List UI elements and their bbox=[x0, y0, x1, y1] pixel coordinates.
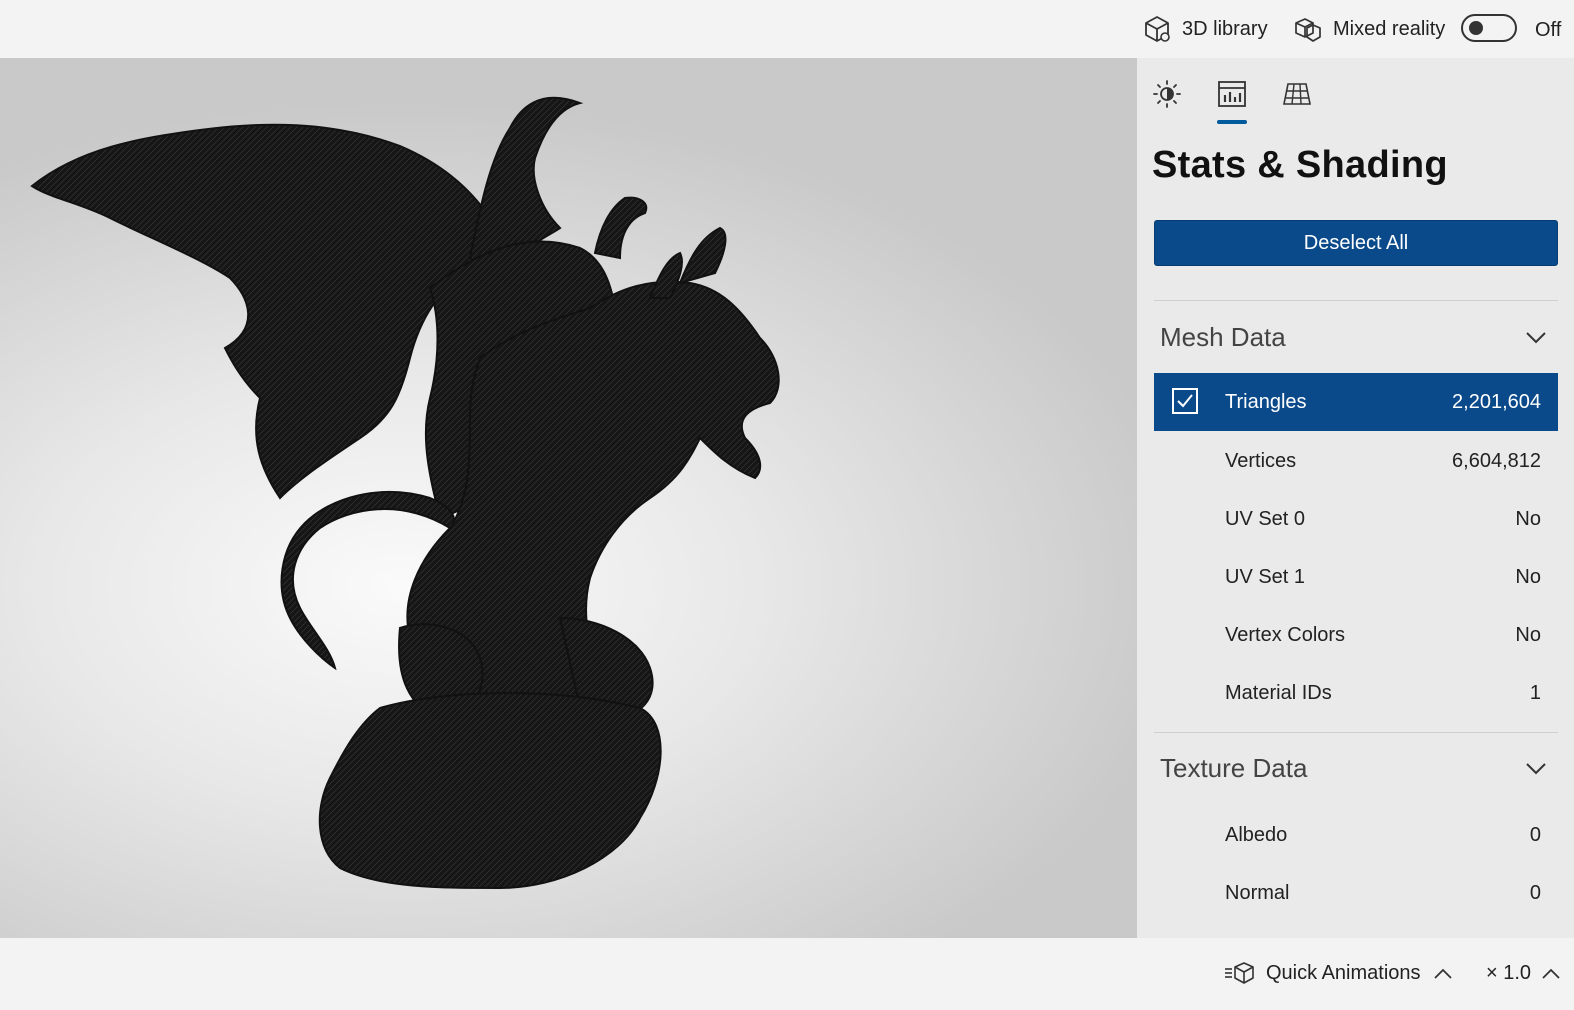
mesh-row-uv-set-1[interactable]: UV Set 1 No bbox=[1154, 548, 1558, 606]
chevron-up-icon bbox=[1542, 968, 1560, 979]
bottom-bar: Quick Animations × 1.0 bbox=[0, 938, 1574, 1010]
row-label: Normal bbox=[1225, 881, 1290, 904]
animation-speed-button[interactable]: × 1.0 bbox=[1486, 958, 1561, 988]
quick-animations-label: Quick Animations bbox=[1266, 961, 1421, 984]
tab-grid[interactable] bbox=[1276, 74, 1316, 114]
section-label: Texture Data bbox=[1160, 752, 1308, 783]
divider bbox=[1154, 732, 1558, 733]
3d-viewport[interactable] bbox=[0, 58, 1137, 938]
top-bar: 3D library Mixed reality Off bbox=[0, 0, 1574, 58]
row-value: 1 bbox=[1529, 681, 1541, 704]
chevron-down-icon bbox=[1526, 332, 1546, 344]
3d-library-button[interactable]: 3D library bbox=[1142, 12, 1268, 46]
checkbox[interactable] bbox=[1172, 388, 1198, 414]
divider bbox=[1154, 300, 1558, 301]
row-label: Material IDs bbox=[1225, 681, 1332, 704]
panel-tabs bbox=[1137, 58, 1574, 128]
row-label: Triangles bbox=[1225, 390, 1307, 413]
mesh-data-header[interactable]: Mesh Data bbox=[1154, 307, 1558, 367]
active-tab-indicator bbox=[1217, 120, 1247, 124]
mesh-row-vertices[interactable]: Vertices 6,604,812 bbox=[1154, 432, 1558, 490]
quick-animations-button[interactable]: Quick Animations bbox=[1224, 958, 1463, 988]
mixed-reality-button[interactable]: Mixed reality bbox=[1293, 12, 1445, 46]
section-label: Mesh Data bbox=[1160, 321, 1286, 352]
stats-icon bbox=[1218, 81, 1246, 107]
row-value: 0 bbox=[1529, 881, 1541, 904]
row-value: No bbox=[1515, 507, 1541, 530]
toggle-state-label: Off bbox=[1535, 19, 1562, 41]
row-label: Albedo bbox=[1225, 823, 1288, 846]
mixed-reality-toggle[interactable] bbox=[1461, 14, 1517, 42]
cube-icon bbox=[1145, 16, 1170, 42]
row-label: UV Set 0 bbox=[1225, 507, 1306, 530]
mesh-row-uv-set-0[interactable]: UV Set 0 No bbox=[1154, 490, 1558, 548]
speed-label: × 1.0 bbox=[1486, 961, 1532, 984]
texture-row-albedo[interactable]: Albedo 0 bbox=[1154, 806, 1558, 864]
sun-icon bbox=[1153, 80, 1181, 108]
mesh-row-vertex-colors[interactable]: Vertex Colors No bbox=[1154, 606, 1558, 664]
chevron-down-icon bbox=[1526, 763, 1546, 775]
3d-library-label: 3D library bbox=[1182, 17, 1268, 40]
row-value: No bbox=[1515, 623, 1541, 646]
texture-row-normal[interactable]: Normal 0 bbox=[1154, 864, 1558, 922]
mixed-reality-label: Mixed reality bbox=[1333, 17, 1446, 40]
row-label: UV Set 1 bbox=[1225, 565, 1306, 588]
tab-stats[interactable] bbox=[1212, 74, 1252, 114]
row-value: 0 bbox=[1529, 823, 1541, 846]
tab-lighting[interactable] bbox=[1147, 74, 1187, 114]
chevron-up-icon bbox=[1433, 968, 1452, 979]
panel-title: Stats & Shading bbox=[1152, 144, 1448, 186]
stats-shading-panel: Stats & Shading Deselect All Mesh Data T… bbox=[1137, 58, 1574, 938]
row-value: No bbox=[1515, 565, 1541, 588]
mixed-reality-icon bbox=[1295, 18, 1321, 42]
row-label: Vertex Colors bbox=[1225, 623, 1346, 646]
row-value: 2,201,604 bbox=[1452, 390, 1541, 413]
row-label: Vertices bbox=[1225, 449, 1297, 472]
texture-data-header[interactable]: Texture Data bbox=[1154, 738, 1558, 798]
row-value: 6,604,812 bbox=[1452, 449, 1541, 472]
checkmark-icon bbox=[1177, 394, 1193, 408]
mesh-row-triangles[interactable]: Triangles 2,201,604 bbox=[1154, 373, 1558, 431]
toggle-knob bbox=[1469, 21, 1483, 35]
animation-cube-icon bbox=[1225, 962, 1254, 984]
grid-icon bbox=[1283, 83, 1311, 105]
deselect-all-button[interactable]: Deselect All bbox=[1154, 220, 1558, 266]
dragon-model[interactable] bbox=[0, 58, 1137, 938]
mesh-row-material-ids[interactable]: Material IDs 1 bbox=[1154, 664, 1558, 722]
